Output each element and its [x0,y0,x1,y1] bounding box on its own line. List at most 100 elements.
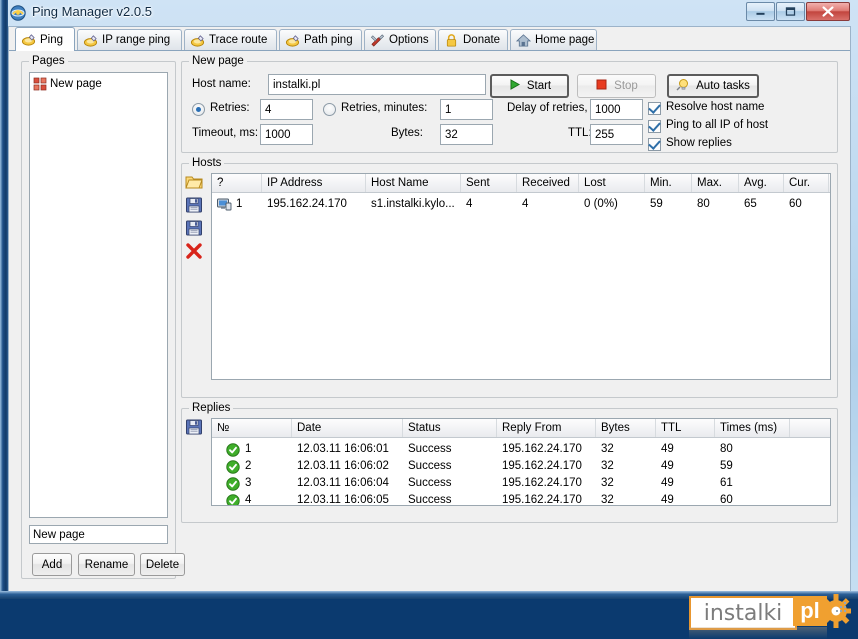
retries-radio[interactable] [192,103,205,116]
tab-home-page[interactable]: Home page [510,29,597,50]
column-header[interactable]: IP Address [262,174,366,192]
host-cur-cell: 60 [789,198,802,210]
column-header[interactable]: Reply From [497,419,596,437]
table-row[interactable]: 3 12.03.11 16:06:04 Success 195.162.24.1… [212,475,830,492]
column-header[interactable]: Cur. [784,174,829,192]
retries-minutes-input[interactable] [440,99,493,120]
column-header[interactable]: Max. [692,174,739,192]
tab-options[interactable]: Options [364,29,436,50]
hosts-toolbar [185,173,207,265]
rename-page-button[interactable]: Rename [78,553,135,576]
retries-input[interactable] [260,99,313,120]
replies-toolbar [185,418,207,441]
reply-status-cell: Success [408,494,452,506]
column-header[interactable]: Host Name [366,174,461,192]
maximize-button[interactable] [776,2,805,21]
reply-bytes-cell: 32 [601,443,614,455]
ping-app-icon [10,5,26,21]
close-button[interactable] [806,2,850,21]
reply-from-cell: 195.162.24.170 [502,460,582,472]
tab-label: Trace route [209,34,268,46]
ping-all-ip-checkbox[interactable] [648,120,661,133]
stop-button[interactable]: Stop [577,74,656,98]
tab-ping[interactable]: Ping [15,27,75,51]
bytes-label: Bytes: [391,127,423,139]
bytes-input[interactable] [440,124,493,145]
delay-of-retries-input[interactable] [590,99,643,120]
watermark-text: instalki [689,596,797,630]
reply-index-value: 4 [245,494,252,506]
lock-icon [444,33,459,48]
play-icon [508,78,521,94]
page-name-input[interactable] [29,525,168,544]
ttl-input[interactable] [590,124,643,145]
reply-time-cell: 80 [720,443,733,455]
pages-list[interactable]: New page [29,72,168,518]
reply-ttl-cell: 49 [661,460,674,472]
reply-index-cell: 3 [212,475,292,492]
hosts-panel-title: Hosts [189,157,225,169]
success-icon [226,493,240,505]
column-header[interactable]: Avg. [739,174,784,192]
host-sent-cell: 4 [466,198,473,210]
reply-from-cell: 195.162.24.170 [502,494,582,506]
success-icon [226,476,240,491]
reply-index-cell: 4 [212,492,292,506]
column-header[interactable]: Date [292,419,403,437]
auto-tasks-label: Auto tasks [696,80,750,92]
replies-table[interactable]: № Date Status Reply From Bytes TTL Times… [211,418,831,506]
table-row[interactable]: 1 12.03.11 16:06:01 Success 195.162.24.1… [212,441,830,458]
table-row[interactable]: 1 195.162.24.170 s1.instalki.kylo... 4 4… [212,196,830,213]
column-header[interactable]: Sent [461,174,517,192]
hosts-panel: Hosts ? IP Address Host Name Sent Receiv… [181,157,838,398]
reply-index-value: 2 [245,460,252,472]
column-header[interactable]: TTL [656,419,715,437]
column-header[interactable]: Bytes [596,419,656,437]
list-item[interactable]: New page [33,76,102,92]
reply-bytes-cell: 32 [601,460,614,472]
delete-page-button[interactable]: Delete [140,553,185,576]
retries-minutes-radio[interactable] [323,103,336,116]
tab-trace-route[interactable]: Trace route [184,29,277,50]
delete-x-icon[interactable] [185,242,203,260]
host-name-input[interactable] [268,74,486,95]
table-row[interactable]: 4 12.03.11 16:06:05 Success 195.162.24.1… [212,492,830,506]
timeout-input[interactable] [260,124,313,145]
table-row[interactable]: 2 12.03.11 16:06:02 Success 195.162.24.1… [212,458,830,475]
save-as-icon[interactable] [185,219,203,237]
resolve-host-name-checkbox[interactable] [648,102,661,115]
success-icon [226,442,240,457]
column-header[interactable]: Lost [579,174,645,192]
watermark-reflection [689,627,827,639]
reply-index-cell: 2 [212,458,292,475]
resize-grip[interactable] [834,600,848,614]
tab-label: Path ping [304,34,353,46]
tab-donate[interactable]: Donate [438,29,508,50]
hosts-table[interactable]: ? IP Address Host Name Sent Received Los… [211,173,831,380]
show-replies-checkbox[interactable] [648,138,661,151]
host-avg-cell: 65 [744,198,757,210]
column-header[interactable]: Times (ms) [715,419,790,437]
title-bar[interactable]: Ping Manager v2.0.5 [0,0,858,26]
save-icon[interactable] [185,196,203,214]
column-header[interactable]: Min. [645,174,692,192]
minimize-button[interactable] [746,2,775,21]
ping-icon [21,32,36,47]
reply-status-cell: Success [408,477,452,489]
column-header[interactable]: Status [403,419,497,437]
reply-status-cell: Success [408,460,452,472]
column-header[interactable]: ? [212,174,262,192]
column-header[interactable]: № [212,419,292,437]
window-frame-left-edge [0,0,8,599]
tab-ip-range-ping[interactable]: IP range ping [77,29,182,50]
column-header[interactable]: Received [517,174,579,192]
save-icon[interactable] [185,418,203,436]
tab-path-ping[interactable]: Path ping [279,29,362,50]
ping-icon [285,33,300,48]
start-button[interactable]: Start [490,74,569,98]
open-folder-icon[interactable] [185,173,203,191]
auto-tasks-button[interactable]: Auto tasks [667,74,759,98]
add-page-button[interactable]: Add [32,553,72,576]
ping-icon [83,33,98,48]
page-grid-icon [33,77,47,91]
